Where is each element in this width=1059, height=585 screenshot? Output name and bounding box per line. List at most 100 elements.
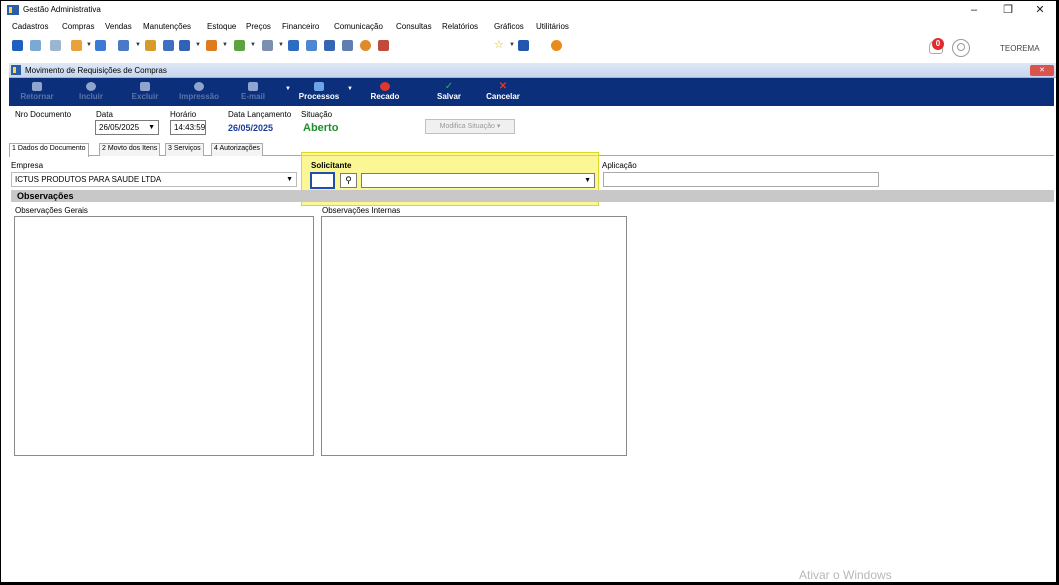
search-icon[interactable]: ⚲ [340, 173, 357, 188]
maximize-button[interactable]: ❐ [995, 2, 1021, 18]
excluir-button[interactable]: Excluir [117, 78, 173, 106]
truck-icon[interactable] [118, 40, 129, 51]
chevron-down-icon[interactable]: ▼ [347, 86, 353, 92]
menu-manutencoes[interactable]: Manutenções [143, 22, 191, 31]
app-title-bar: Gestão Administrativa – ❐ ✕ [1, 1, 1056, 19]
horario-field[interactable]: 14:43:59 [170, 120, 206, 135]
mail-icon [248, 82, 258, 91]
data-lancamento-value: 26/05/2025 [228, 123, 274, 133]
child-window-title-bar: Movimento de Requisições de Compras ✕ [9, 63, 1056, 78]
horario-label: Horário [170, 110, 197, 119]
menu-estoque[interactable]: Estoque [207, 22, 236, 31]
chevron-down-icon[interactable]: ▼ [222, 42, 228, 48]
menu-financeiro[interactable]: Financeiro [282, 22, 319, 31]
lifebuoy-icon[interactable] [360, 40, 371, 51]
printer-icon[interactable] [262, 40, 273, 51]
email-button[interactable]: E-mail [225, 78, 281, 106]
list-icon[interactable] [50, 40, 61, 51]
solicitante-label: Solicitante [311, 161, 352, 170]
cancelar-button[interactable]: ✕ Cancelar [475, 78, 531, 106]
observacoes-internas-label: Observações Internas [322, 206, 401, 215]
chevron-down-icon[interactable]: ▼ [86, 42, 92, 48]
empresa-combo[interactable]: ICTUS PRODUTOS PARA SAUDE LTDA ▼ [11, 172, 297, 187]
printer-icon [194, 82, 204, 91]
situacao-value: Aberto [303, 122, 339, 134]
menu-comunicacao[interactable]: Comunicação [334, 22, 383, 31]
return-icon [32, 82, 42, 91]
menu-cadastros[interactable]: Cadastros [12, 22, 48, 31]
tab-dados-documento[interactable]: 1 Dados do Documento [9, 143, 89, 157]
app-logo-icon [7, 5, 19, 15]
data-lancamento-label: Data Lançamento [228, 110, 292, 119]
observacoes-header: Observações [11, 190, 1054, 202]
chevron-down-icon[interactable]: ▼ [278, 42, 284, 48]
close-button[interactable]: ✕ [1027, 2, 1053, 18]
tag-icon[interactable] [163, 40, 174, 51]
tab-movto-itens[interactable]: 2 Movto dos Itens [99, 143, 161, 156]
box-icon[interactable] [71, 40, 82, 51]
message-icon [380, 82, 390, 91]
menu-bar: Cadastros Compras Vendas Manutenções Est… [1, 19, 1056, 35]
menu-precos[interactable]: Preços [246, 22, 271, 31]
data-field[interactable]: 26/05/2025 ▼ [95, 120, 159, 135]
plant-icon[interactable] [234, 40, 245, 51]
calendar-icon[interactable] [518, 40, 529, 51]
tab-servicos[interactable]: 3 Serviços [165, 143, 204, 156]
data-label: Data [96, 110, 113, 119]
people-icon[interactable] [30, 40, 41, 51]
chart-icon[interactable] [342, 40, 353, 51]
notification-badge: 0 [932, 38, 944, 50]
retornar-button[interactable]: Retornar [9, 78, 65, 106]
modifica-situacao-button[interactable]: Modifica Situação ▾ [425, 119, 515, 134]
menu-compras[interactable]: Compras [62, 22, 94, 31]
chevron-down-icon[interactable]: ▼ [250, 42, 256, 48]
x-icon: ✕ [498, 81, 508, 92]
requisicoes-window: Movimento de Requisições de Compras ✕ Re… [9, 63, 1056, 582]
notification-bell-icon[interactable]: 0 [927, 37, 947, 57]
impressao-button[interactable]: Impressão [171, 78, 227, 106]
money-icon[interactable] [206, 40, 217, 51]
chevron-down-icon[interactable]: ▼ [509, 42, 515, 48]
clipboard-icon[interactable] [95, 40, 106, 51]
observacoes-gerais-memo[interactable] [14, 216, 314, 456]
chevron-down-icon[interactable]: ▼ [148, 121, 155, 134]
salvar-button[interactable]: ✓ Salvar [421, 78, 477, 106]
child-window-title: Movimento de Requisições de Compras [25, 66, 167, 75]
company-label: TEOREMA [1000, 44, 1040, 53]
menu-utilitarios[interactable]: Utilitários [536, 22, 569, 31]
minimize-button[interactable]: – [961, 2, 987, 18]
window-logo-icon [11, 65, 21, 75]
chevron-down-icon[interactable]: ▼ [584, 174, 591, 187]
incluir-button[interactable]: Incluir [63, 78, 119, 106]
activate-windows-watermark: Ativar o Windows [799, 568, 892, 582]
nro-documento-label: Nro Documento [15, 110, 72, 119]
calculator-icon[interactable] [306, 40, 317, 51]
star-icon[interactable]: ☆ [494, 38, 504, 51]
menu-vendas[interactable]: Vendas [105, 22, 132, 31]
aplicacao-input[interactable] [603, 172, 879, 187]
aplicacao-label: Aplicação [602, 161, 637, 170]
document-icon[interactable] [12, 40, 23, 51]
solicitante-combo[interactable]: ▼ [361, 173, 595, 188]
solicitante-code-input[interactable] [310, 172, 335, 189]
book-icon[interactable] [378, 40, 389, 51]
user-avatar-icon[interactable] [952, 39, 970, 57]
desktop-screen: Gestão Administrativa – ❐ ✕ Cadastros Co… [0, 0, 1057, 583]
user-icon[interactable] [145, 40, 156, 51]
menu-consultas[interactable]: Consultas [396, 22, 432, 31]
menu-graficos[interactable]: Gráficos [494, 22, 524, 31]
grid-icon[interactable] [324, 40, 335, 51]
report-icon[interactable] [288, 40, 299, 51]
menu-relatorios[interactable]: Relatórios [442, 22, 478, 31]
observacoes-internas-memo[interactable] [321, 216, 627, 456]
chevron-down-icon[interactable]: ▼ [286, 173, 293, 186]
tab-autorizacoes[interactable]: 4 Autorizações [211, 143, 263, 156]
chevron-down-icon[interactable]: ▼ [195, 42, 201, 48]
child-close-button[interactable]: ✕ [1030, 65, 1054, 76]
trash-icon [140, 82, 150, 91]
processos-button[interactable]: Processos [291, 78, 347, 106]
chevron-down-icon[interactable]: ▼ [135, 42, 141, 48]
clock-icon[interactable] [551, 40, 562, 51]
cart-icon[interactable] [179, 40, 190, 51]
recado-button[interactable]: Recado [357, 78, 413, 106]
